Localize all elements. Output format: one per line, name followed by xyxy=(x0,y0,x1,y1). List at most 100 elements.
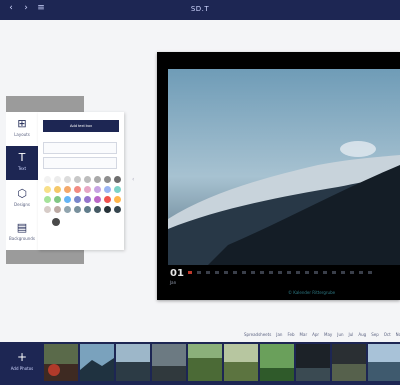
month-tab[interactable]: Aug xyxy=(358,332,366,337)
plus-icon: + xyxy=(16,350,28,364)
backgrounds-icon: ▤ xyxy=(16,221,28,234)
month-tab[interactable]: Sep xyxy=(371,332,379,337)
color-swatch[interactable] xyxy=(114,196,121,203)
color-swatch[interactable] xyxy=(104,186,111,193)
day-cell xyxy=(368,271,372,274)
photo-thumbnail[interactable] xyxy=(296,344,330,381)
day-cell xyxy=(341,271,345,274)
top-bar: ‹ › ≡ SD.T xyxy=(0,0,400,20)
day-cell xyxy=(197,271,201,274)
color-swatch[interactable] xyxy=(54,206,61,213)
month-tabs: Spreadsheets Jan Feb Mar Apr May Jun Jul Aug Sep O… xyxy=(244,332,400,337)
month-tab[interactable]: Jan xyxy=(276,332,282,337)
color-swatch[interactable] xyxy=(114,186,121,193)
color-swatch[interactable] xyxy=(114,176,121,183)
calendar-photo[interactable] xyxy=(168,69,400,265)
month-name: Jan xyxy=(170,280,177,285)
photo-credit: © Kalender Rittergrube xyxy=(288,290,336,295)
photo-thumbnail[interactable] xyxy=(152,344,186,381)
color-swatch[interactable] xyxy=(54,196,61,203)
mountain-photo xyxy=(168,69,400,265)
month-tab[interactable]: May xyxy=(324,332,332,337)
month-tab[interactable]: Oct xyxy=(384,332,391,337)
color-swatch[interactable] xyxy=(54,186,61,193)
color-swatch[interactable] xyxy=(54,176,61,183)
day-cell xyxy=(251,271,255,274)
tool-label: Layouts xyxy=(14,132,30,137)
month-tab[interactable]: Jun xyxy=(337,332,343,337)
thumbnail-strip xyxy=(44,344,400,381)
tool-text[interactable]: T Text xyxy=(6,146,38,180)
font-select[interactable] xyxy=(43,142,117,154)
month-tab[interactable]: Nov xyxy=(396,332,400,337)
tool-layouts[interactable]: ⊞ Layouts xyxy=(6,112,38,146)
color-swatch[interactable] xyxy=(114,206,121,213)
designs-icon: ⬡ xyxy=(17,187,27,200)
color-swatch[interactable] xyxy=(64,186,71,193)
day-cell xyxy=(224,271,228,274)
color-swatches xyxy=(44,176,121,213)
month-tab[interactable]: Mar xyxy=(300,332,308,337)
color-swatch[interactable] xyxy=(104,196,111,203)
calendar-page[interactable]: 01 Jan © Kalender Rittergrube xyxy=(157,52,400,300)
day-row xyxy=(188,271,372,274)
color-swatch[interactable] xyxy=(94,206,101,213)
day-cell xyxy=(350,271,354,274)
photo-thumbnail[interactable] xyxy=(224,344,258,381)
month-tab[interactable]: Apr xyxy=(312,332,319,337)
color-swatch[interactable] xyxy=(94,196,101,203)
color-swatch[interactable] xyxy=(64,196,71,203)
photo-thumbnail[interactable] xyxy=(188,344,222,381)
month-strip: 01 Jan © Kalender Rittergrube xyxy=(168,266,400,300)
photo-thumbnail[interactable] xyxy=(80,344,114,381)
photo-thumbnail[interactable] xyxy=(44,344,78,381)
day-cell xyxy=(359,271,363,274)
tool-label: Designs xyxy=(14,202,30,207)
day-cell xyxy=(332,271,336,274)
color-swatch[interactable] xyxy=(74,196,81,203)
tool-backgrounds[interactable]: ▤ Backgrounds xyxy=(6,216,38,250)
add-photos-button[interactable]: + Add Photos xyxy=(4,344,40,384)
add-photos-label: Add Photos xyxy=(10,366,34,371)
color-swatch[interactable] xyxy=(84,176,91,183)
photo-thumbnail[interactable] xyxy=(368,344,400,381)
font-size-select[interactable] xyxy=(43,157,117,169)
photo-thumbnail[interactable] xyxy=(332,344,366,381)
color-swatch[interactable] xyxy=(74,206,81,213)
panel-collapse-icon[interactable]: ‹ xyxy=(132,176,136,184)
color-swatch[interactable] xyxy=(64,176,71,183)
text-editor-panel: Add text box xyxy=(38,112,124,250)
color-swatch[interactable] xyxy=(44,196,51,203)
color-swatch[interactable] xyxy=(94,186,101,193)
photo-thumbnail[interactable] xyxy=(260,344,294,381)
add-text-box-button[interactable]: Add text box xyxy=(43,120,119,132)
color-swatch[interactable] xyxy=(94,176,101,183)
day-cell xyxy=(260,271,264,274)
color-swatch[interactable] xyxy=(44,176,51,183)
color-swatch[interactable] xyxy=(74,176,81,183)
color-swatch[interactable] xyxy=(74,186,81,193)
custom-color-button[interactable] xyxy=(52,218,60,226)
month-tab[interactable]: Jul xyxy=(349,332,354,337)
month-tab[interactable]: Spreadsheets xyxy=(244,332,271,337)
color-swatch[interactable] xyxy=(44,186,51,193)
day-cell xyxy=(278,271,282,274)
panel-header-bar xyxy=(6,96,84,112)
color-swatch[interactable] xyxy=(64,206,71,213)
color-swatch[interactable] xyxy=(44,206,51,213)
color-swatch[interactable] xyxy=(84,196,91,203)
color-swatch[interactable] xyxy=(84,186,91,193)
photo-thumbnail[interactable] xyxy=(116,344,150,381)
day-cell xyxy=(287,271,291,274)
day-cell xyxy=(269,271,273,274)
day-cell xyxy=(314,271,318,274)
day-cell xyxy=(305,271,309,274)
text-icon: T xyxy=(18,151,26,164)
color-swatch[interactable] xyxy=(84,206,91,213)
tool-label: Text xyxy=(17,166,27,171)
day-cell xyxy=(233,271,237,274)
color-swatch[interactable] xyxy=(104,206,111,213)
color-swatch[interactable] xyxy=(104,176,111,183)
month-tab[interactable]: Feb xyxy=(287,332,294,337)
tool-designs[interactable]: ⬡ Designs xyxy=(6,182,38,216)
